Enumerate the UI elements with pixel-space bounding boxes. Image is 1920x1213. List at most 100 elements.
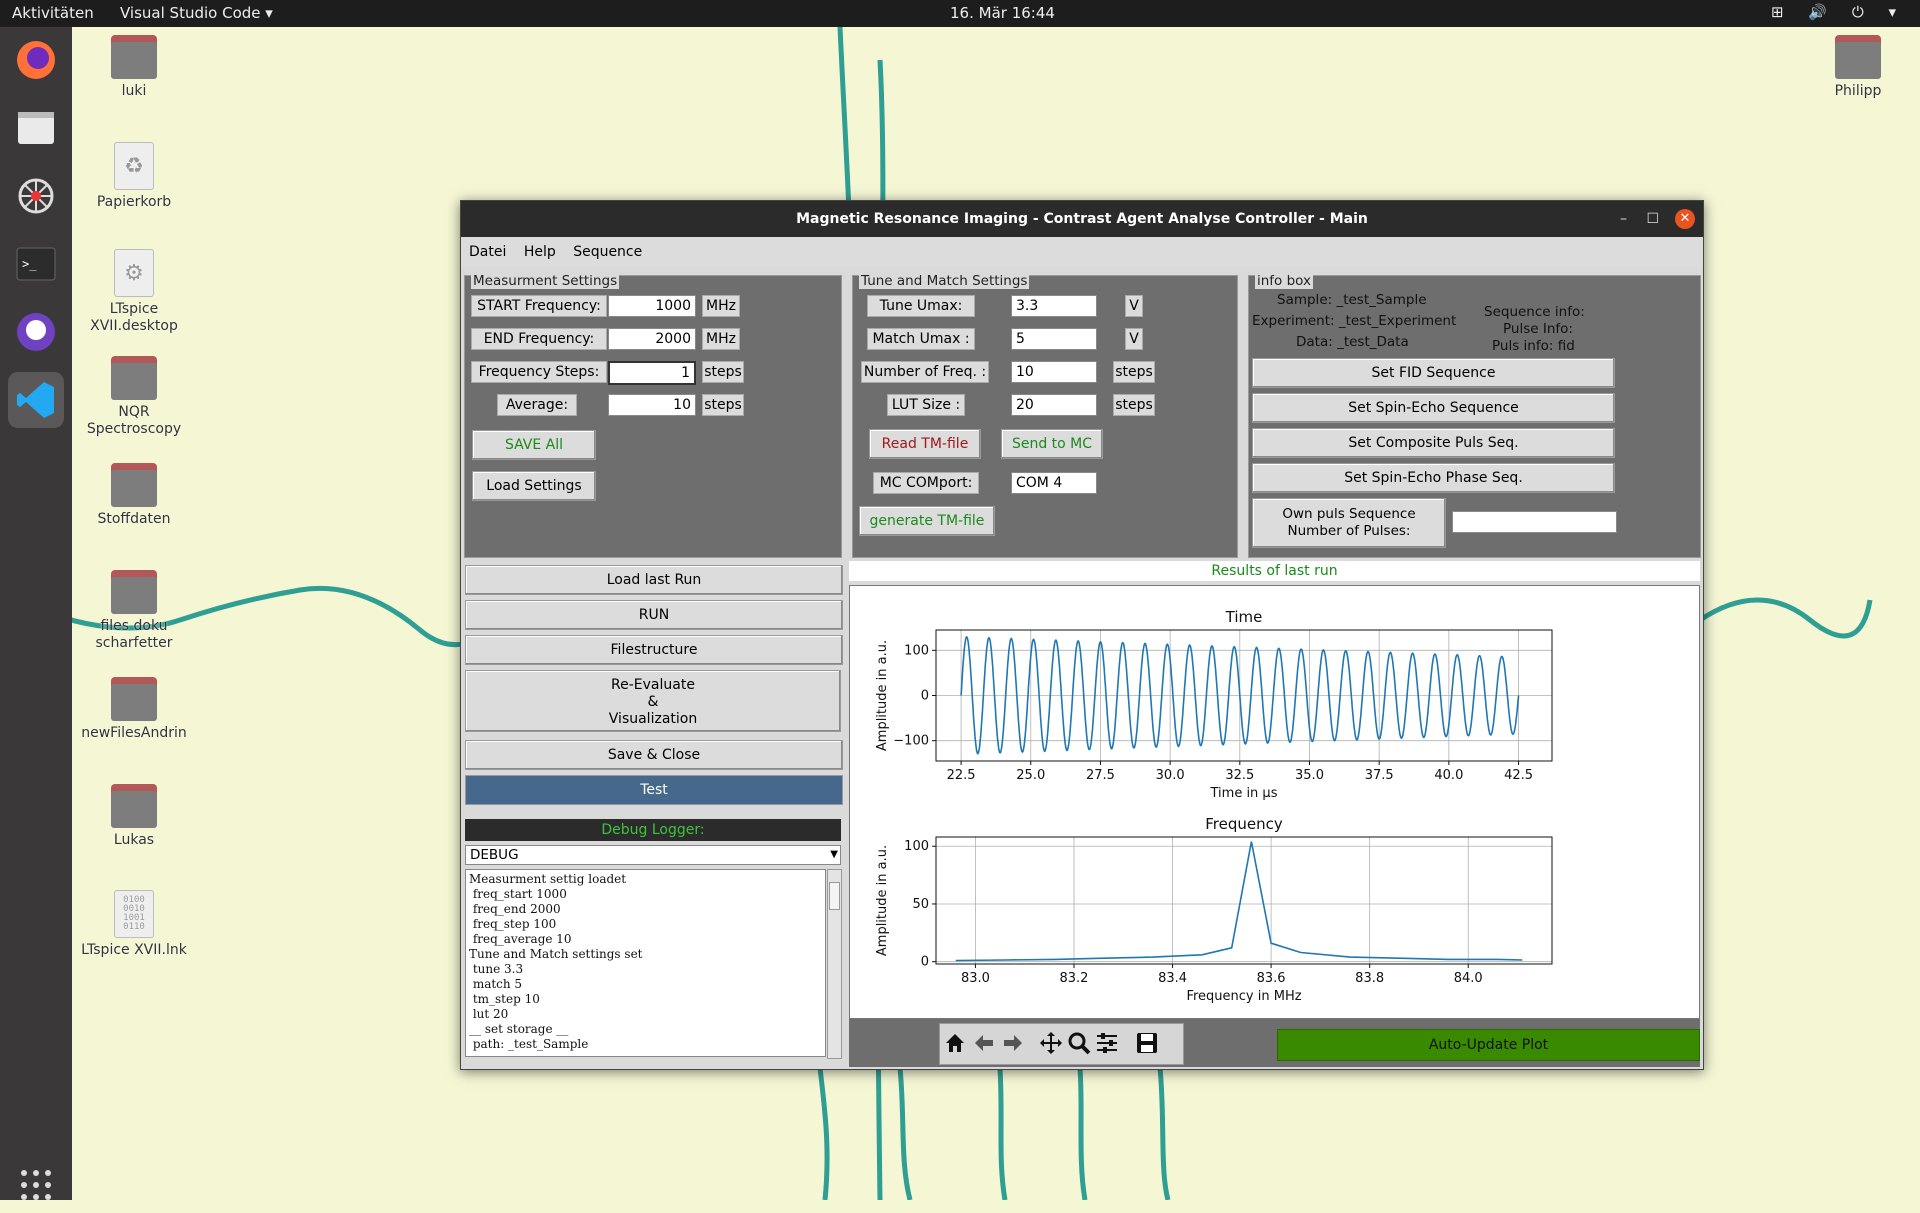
desktop-icon-files-doku[interactable]: files doku scharfetter [74,570,194,652]
files-icon[interactable] [8,100,64,156]
run-button[interactable]: RUN [465,600,843,630]
vscode-icon[interactable] [8,372,64,428]
main-window: Magnetic Resonance Imaging - Contrast Ag… [460,200,1704,1070]
minimize-icon[interactable]: – [1620,201,1627,237]
chart-title: Frequency [1205,815,1283,833]
re-evaluate-button[interactable]: Re-Evaluate & Visualization [465,670,841,732]
test-button[interactable]: Test [465,775,843,805]
start-frequency-label: START Frequency: [471,295,607,317]
set-spin-echo-phase-button[interactable]: Set Spin-Echo Phase Seq. [1252,463,1615,493]
back-arrow-icon[interactable] [971,1030,997,1056]
desktop-icon-ltspice-desktop[interactable]: ⚙ LTspice XVII.desktop [74,249,194,335]
desktop-icon-label: files doku scharfetter [95,618,173,651]
desktop-icon-lukas[interactable]: Lukas [74,784,194,849]
debug-log-scrollbar[interactable] [827,869,842,1059]
terminal-icon[interactable]: >_ [8,236,64,292]
system-tray[interactable]: ⊞ 🔊 ⏻ ▾ [1771,3,1906,21]
generate-tm-file-button[interactable]: generate TM-file [859,506,995,536]
tune-umax-input[interactable]: 3.3 [1011,295,1097,317]
close-icon[interactable]: ✕ [1675,209,1695,229]
debug-level-select[interactable]: DEBUG ▼ [465,845,841,865]
plot-area[interactable]: 22.5 25.0 27.5 30.0 32.5 35.0 37.5 40.0 42.5 100 0… [849,585,1700,1019]
desktop-icon-philipp[interactable]: Philipp [1798,35,1918,100]
network-app-icon[interactable] [8,168,64,224]
folder-icon [111,356,157,400]
menu-sequence[interactable]: Sequence [573,244,642,260]
window-titlebar[interactable]: Magnetic Resonance Imaging - Contrast Ag… [461,201,1703,237]
re-evaluate-line1: Re-Evaluate [611,677,695,693]
desktop-icon-trash[interactable]: ♻ Papierkorb [74,142,194,211]
forward-arrow-icon[interactable] [1000,1030,1026,1056]
menu-datei[interactable]: Datei [469,244,506,260]
desktop-icon-stoffdaten[interactable]: Stoffdaten [74,463,194,528]
end-frequency-label: END Frequency: [471,328,607,350]
average-label: Average: [497,394,577,416]
desktop-icon-label: Papierkorb [96,194,172,210]
start-frequency-input[interactable]: 1000 [608,295,696,317]
lut-size-input[interactable]: 20 [1011,394,1097,416]
own-puls-sequence-button[interactable]: Own puls Sequence Number of Pulses: [1252,498,1446,548]
frequency-steps-input[interactable]: 1 [608,361,696,385]
chevron-down-icon[interactable]: ▼ [830,846,838,864]
log-line: path: _test_Sample [469,1037,589,1051]
load-settings-button[interactable]: Load Settings [472,471,596,501]
save-all-button[interactable]: SAVE All [472,430,596,460]
desktop-icon-label: LTspice XVII.lnk [81,942,187,958]
firefox-icon[interactable] [8,32,64,88]
app-grid-icon[interactable] [8,1157,64,1213]
number-of-freq-input[interactable]: 10 [1011,361,1097,383]
folder-icon [111,570,157,614]
home-icon[interactable] [942,1030,968,1056]
info-box-title: info box [1255,273,1314,289]
tune-umax-label: Tune Umax: [867,295,975,317]
average-input[interactable]: 10 [608,394,696,416]
clock[interactable]: 16. Mär 16:44 [950,4,1055,22]
desktop-icon-ltspice-lnk[interactable]: 0100 0010 1001 0110 LTspice XVII.lnk [74,890,194,959]
plot-nav-toolbar [939,1023,1184,1065]
menu-help[interactable]: Help [524,244,556,260]
start-unit-label: MHz [702,295,740,317]
measurement-settings-title: Measurment Settings [471,273,620,289]
desktop-icon-luki[interactable]: luki [74,35,194,100]
axes-frame [935,836,1553,965]
desktop-icon-label: Philipp [1834,83,1882,99]
pan-icon[interactable] [1038,1030,1064,1056]
end-unit-label: MHz [702,328,740,350]
average-unit-label: steps [702,394,744,416]
debug-log[interactable]: Measurment settig loadet freq_start 1000… [465,869,826,1057]
configure-subplots-icon[interactable] [1094,1030,1120,1056]
app-menu[interactable]: Visual Studio Code ▾ [120,4,273,22]
mc-comport-input[interactable]: COM 4 [1011,472,1097,494]
save-figure-icon[interactable] [1134,1030,1160,1056]
series-line [955,841,1523,962]
end-frequency-input[interactable]: 2000 [608,328,696,350]
own-puls-line1: Own puls Sequence [1282,506,1416,522]
desktop-icon-nqr[interactable]: NQR Spectroscopy [74,356,194,438]
number-of-pulses-input[interactable] [1452,511,1617,533]
save-close-button[interactable]: Save & Close [465,740,843,770]
y-tick-label: 0 [921,955,929,970]
match-umax-input[interactable]: 5 [1011,328,1097,350]
x-tick-label: 35.0 [1295,768,1324,783]
auto-update-plot-button[interactable]: Auto-Update Plot [1277,1029,1700,1061]
desktop-icon-label: Stoffdaten [97,511,171,527]
filestructure-button[interactable]: Filestructure [465,635,843,665]
log-line: Tune and Match settings set [469,947,643,961]
pulse-info-text: Pulse Info: [1503,321,1573,337]
set-composite-puls-button[interactable]: Set Composite Puls Seq. [1252,428,1615,458]
set-spin-echo-sequence-button[interactable]: Set Spin-Echo Sequence [1252,393,1615,423]
read-tm-file-button[interactable]: Read TM-file [869,429,981,459]
desktop-icon-newfiles[interactable]: newFilesAndrin [74,677,194,742]
desktop-icon-label: newFilesAndrin [81,725,187,741]
maximize-icon[interactable]: ☐ [1646,201,1659,237]
send-to-mc-button[interactable]: Send to MC [1001,429,1103,459]
zoom-icon[interactable] [1066,1030,1092,1056]
mc-comport-label: MC COMport: [873,472,979,494]
results-title: Results of last run [849,561,1700,581]
activities-button[interactable]: Aktivitäten [12,4,94,22]
set-fid-sequence-button[interactable]: Set FID Sequence [1252,358,1615,388]
desktop-icon-label: luki [121,83,147,99]
load-last-run-button[interactable]: Load last Run [465,565,843,595]
chart-title: Time [1225,608,1263,626]
github-icon[interactable] [8,304,64,360]
